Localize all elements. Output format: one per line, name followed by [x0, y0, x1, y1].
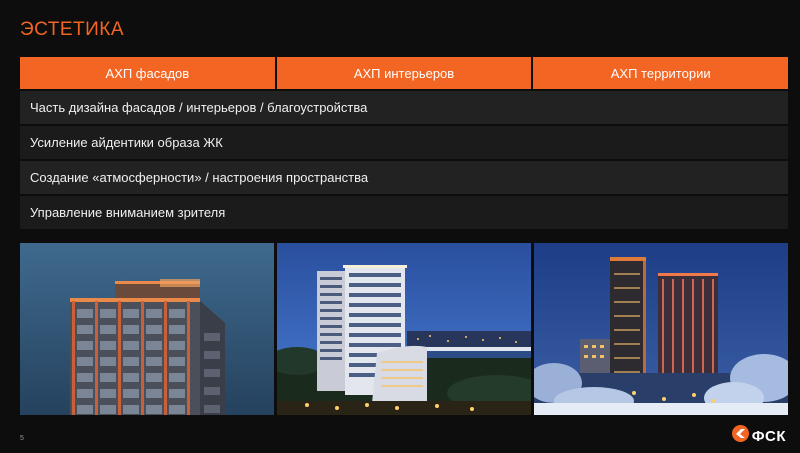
- table-row: Усиление айдентики образа ЖК: [20, 126, 788, 159]
- header-interiors: АХП интерьеров: [276, 57, 532, 89]
- photo-facade-dusk: [20, 243, 274, 415]
- photo-towers-night: [277, 243, 531, 415]
- page-number: 5: [20, 435, 24, 442]
- photo-winter-towers: [534, 243, 788, 415]
- photo-strip: [20, 243, 788, 415]
- lighting-table: АХП фасадов АХП интерьеров АХП территори…: [20, 57, 789, 229]
- header-territory: АХП территории: [533, 57, 789, 89]
- table-header: АХП фасадов АХП интерьеров АХП территори…: [20, 57, 789, 89]
- fsk-logo-icon: [731, 425, 749, 447]
- table-row: Создание «атмосферности» / настроения пр…: [20, 161, 788, 194]
- brand-logo: ФСК: [731, 425, 786, 447]
- header-facades: АХП фасадов: [20, 57, 275, 89]
- slide-title: ЭСТЕТИКА: [20, 19, 125, 40]
- logo-text: ФСК: [751, 427, 786, 445]
- table-row: Часть дизайна фасадов / интерьеров / бла…: [20, 91, 788, 124]
- table-row: Управление вниманием зрителя: [20, 196, 788, 229]
